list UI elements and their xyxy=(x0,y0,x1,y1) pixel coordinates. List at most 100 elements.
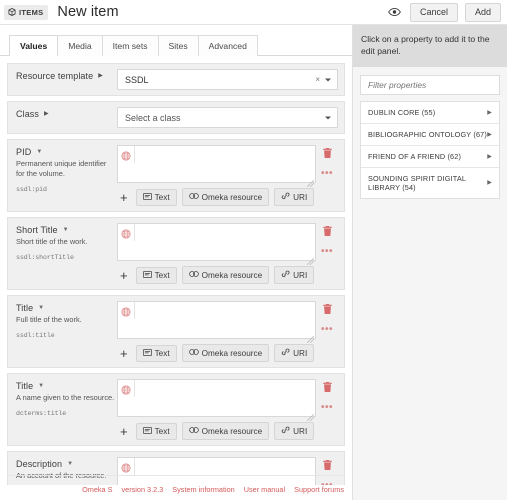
language-cell[interactable] xyxy=(118,380,135,398)
property-label: Title xyxy=(16,381,34,392)
property-input-col: ••• + Text xyxy=(117,301,338,363)
datatype-text-button[interactable]: Text xyxy=(135,188,177,206)
chevron-down-icon[interactable]: ▼ xyxy=(67,461,73,467)
language-cell[interactable] xyxy=(118,146,135,163)
datatype-text-button[interactable]: Text xyxy=(135,422,177,440)
chevron-down-icon[interactable]: ▼ xyxy=(63,227,69,233)
ellipsis-icon: ••• xyxy=(320,324,333,336)
datatype-omeka-resource-button[interactable]: Omeka resource xyxy=(181,266,270,285)
delete-value-button[interactable] xyxy=(322,147,332,160)
language-cell[interactable] xyxy=(118,302,135,320)
value-options-button[interactable]: ••• xyxy=(321,169,333,179)
text-field-icon xyxy=(142,426,152,436)
plus-icon: + xyxy=(120,423,128,439)
class-label-col: Class ▶ xyxy=(14,107,117,119)
value-textarea[interactable] xyxy=(135,224,315,261)
property-label: Short Title xyxy=(16,225,58,236)
add-value-button[interactable]: + xyxy=(117,347,131,360)
ellipsis-icon: ••• xyxy=(320,402,333,414)
chevron-down-icon[interactable]: ▼ xyxy=(38,383,44,389)
language-cell[interactable] xyxy=(118,458,135,476)
property-term: ssdl:shortTitle xyxy=(16,253,74,261)
value-wrap: ••• xyxy=(117,301,338,344)
value-main xyxy=(117,223,316,266)
value-textarea[interactable] xyxy=(135,302,315,339)
value-options-button[interactable]: ••• xyxy=(321,325,333,335)
resize-grip[interactable] xyxy=(306,408,315,422)
vocabulary-item-bibliographic-ontology[interactable]: BIBLIOGRAPHIC ONTOLOGY (67) ▶ xyxy=(361,123,499,146)
vocabulary-item-sounding-spirit-digital-library[interactable]: SOUNDING SPIRIT DIGITAL LIBRARY (54) ▶ xyxy=(361,167,499,198)
chevron-down-icon[interactable]: ▼ xyxy=(36,149,42,155)
delete-value-button[interactable] xyxy=(322,381,332,394)
vocabulary-list: DUBLIN CORE (55) ▶ BIBLIOGRAPHIC ONTOLOG… xyxy=(360,100,500,199)
trash-icon xyxy=(322,147,332,160)
property-label-col: PID ▼ Permanent unique identifier for th… xyxy=(14,145,117,193)
footer-link-version[interactable]: version 3.2.3 xyxy=(122,485,164,494)
trash-icon xyxy=(322,381,332,394)
value-actions: ••• xyxy=(316,223,338,257)
tab-advanced[interactable]: Advanced xyxy=(197,34,258,56)
add-value-button[interactable]: + xyxy=(117,269,131,282)
add-button[interactable]: Add xyxy=(464,2,501,22)
datatype-omeka-resource-button[interactable]: Omeka resource xyxy=(181,188,270,207)
class-select[interactable]: Select a class xyxy=(117,107,338,128)
delete-value-button[interactable] xyxy=(322,459,332,472)
language-cell[interactable] xyxy=(118,224,135,244)
value-textarea[interactable] xyxy=(135,380,315,417)
footer-link-user-manual[interactable]: User manual xyxy=(244,485,285,494)
resize-grip[interactable] xyxy=(306,330,315,344)
class-input-col: Select a class xyxy=(117,107,338,128)
resize-grip[interactable] xyxy=(306,252,315,266)
omeka-resource-icon xyxy=(188,192,199,202)
footer-link-support-forums[interactable]: Support forums xyxy=(294,485,344,494)
plus-icon: + xyxy=(120,345,128,361)
resource-template-select[interactable]: SSDL × xyxy=(117,69,338,90)
class-field: Class ▶ Select a class xyxy=(7,101,345,134)
footer-link-system-information[interactable]: System information xyxy=(172,485,234,494)
vocabulary-item-friend-of-a-friend[interactable]: FRIEND OF A FRIEND (62) ▶ xyxy=(361,145,499,168)
datatype-text-button[interactable]: Text xyxy=(135,344,177,362)
trash-icon xyxy=(322,225,332,238)
tab-media[interactable]: Media xyxy=(57,34,103,56)
chevron-down-icon[interactable]: ▼ xyxy=(38,305,44,311)
value-textarea[interactable] xyxy=(135,146,315,182)
datatype-uri-button[interactable]: URI xyxy=(274,266,315,285)
globe-language-icon xyxy=(121,226,131,244)
resize-grip[interactable] xyxy=(306,174,315,188)
tab-item-sets[interactable]: Item sets xyxy=(101,34,159,56)
add-value-button[interactable]: + xyxy=(117,191,131,204)
footer-link-omeka-s[interactable]: Omeka S xyxy=(82,485,112,494)
value-options-button[interactable]: ••• xyxy=(321,247,333,257)
tab-values[interactable]: Values xyxy=(9,34,59,56)
omeka-resource-icon xyxy=(188,270,199,280)
breadcrumb-items-badge[interactable]: ITEMS xyxy=(4,4,49,20)
property-selector-sidebar: Click on a property to add it to the edi… xyxy=(352,25,507,500)
value-options-button[interactable]: ••• xyxy=(321,403,333,413)
datatype-uri-button[interactable]: URI xyxy=(274,188,315,207)
vocabulary-label: SOUNDING SPIRIT DIGITAL LIBRARY (54) xyxy=(368,173,466,192)
delete-value-button[interactable] xyxy=(322,303,332,316)
datatype-omeka-resource-button[interactable]: Omeka resource xyxy=(181,344,270,363)
vocabulary-item-dublin-core[interactable]: DUBLIN CORE (55) ▶ xyxy=(361,101,499,124)
datatype-omeka-resource-button[interactable]: Omeka resource xyxy=(181,422,270,441)
property-input-col: ••• + Text xyxy=(117,379,338,441)
close-x-icon[interactable]: × xyxy=(315,75,320,84)
delete-value-button[interactable] xyxy=(322,225,332,238)
datatype-text-button[interactable]: Text xyxy=(135,266,177,284)
datatype-omeka-resource-label: Omeka resource xyxy=(201,426,263,436)
add-value-bar: + Text Omeka resource URI xyxy=(117,188,338,207)
property-description: Full title of the work. xyxy=(16,315,82,325)
value-actions: ••• xyxy=(316,145,338,179)
property-label-col: Title ▼ Full title of the work. ssdl:tit… xyxy=(14,301,117,339)
property-description: Short title of the work. xyxy=(16,237,88,247)
cancel-button[interactable]: Cancel xyxy=(409,2,458,22)
datatype-uri-button[interactable]: URI xyxy=(274,344,315,363)
property-term: ssdl:pid xyxy=(16,185,47,193)
datatype-uri-label: URI xyxy=(293,192,308,202)
tab-sites[interactable]: Sites xyxy=(157,34,199,56)
resource-template-label: Resource template xyxy=(16,71,94,81)
add-value-button[interactable]: + xyxy=(117,425,131,438)
preview-button[interactable] xyxy=(387,4,403,20)
filter-properties-input[interactable] xyxy=(360,74,500,95)
datatype-uri-button[interactable]: URI xyxy=(274,422,315,441)
